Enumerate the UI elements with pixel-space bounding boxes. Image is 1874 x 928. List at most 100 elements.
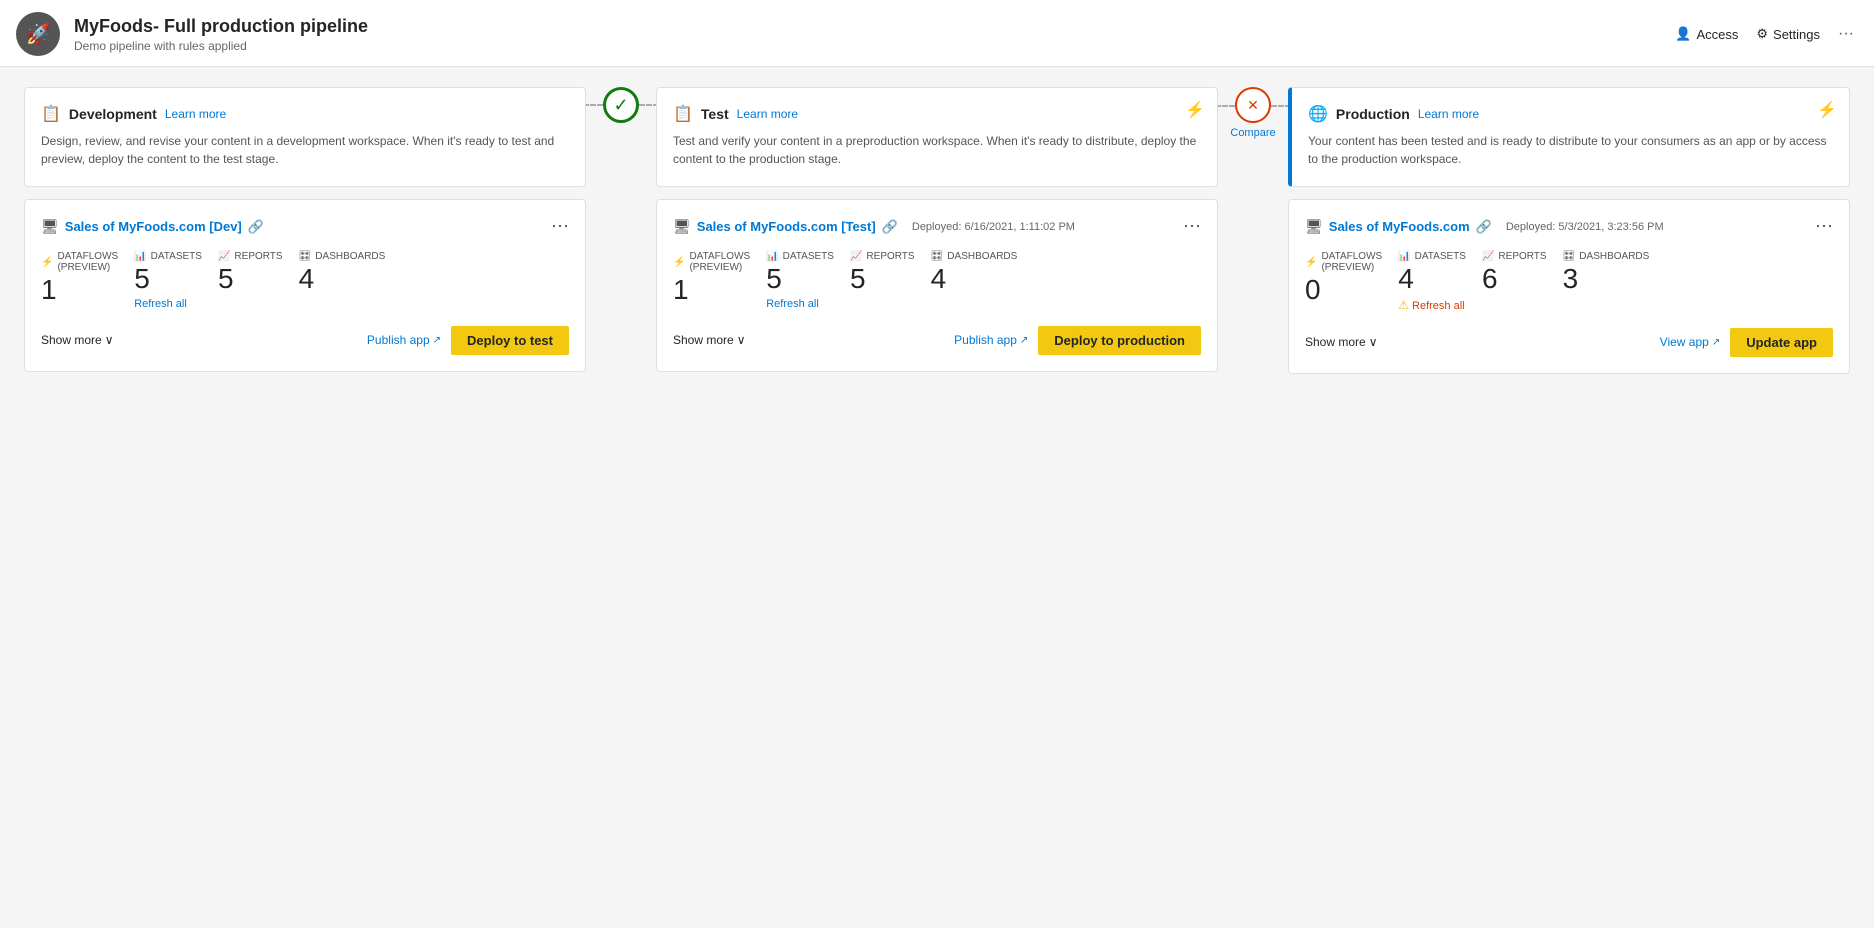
production-workspace-footer: Show more ∨ View app ↗ Update app — [1305, 328, 1833, 357]
connector-dev-test: ✓ — [586, 87, 656, 123]
top-bar: 🚀 MyFoods- Full production pipeline Demo… — [0, 0, 1874, 67]
test-learn-more[interactable]: Learn more — [737, 107, 798, 121]
prod-stat-dashboards: 🎛 DASHBOARDS 3 — [1563, 251, 1650, 296]
test-workspace-icon2: 🔗 — [882, 219, 898, 235]
production-workspace-menu[interactable]: ⋯ — [1815, 216, 1833, 237]
test-description: Test and verify your content in a prepro… — [673, 132, 1201, 168]
production-settings-icon[interactable]: ⚡ — [1817, 100, 1837, 120]
prod-dashboards-icon: 🎛 — [1563, 251, 1576, 262]
test-stage: 📋 Test Learn more Test and verify your c… — [656, 87, 1218, 372]
compare-error-circle[interactable]: ✕ — [1235, 87, 1271, 123]
prod-stat-datasets: 📊 DATASETS 4 ⚠ Refresh all — [1398, 251, 1466, 312]
test-refresh-all[interactable]: Refresh all — [766, 298, 819, 310]
dev-refresh-all[interactable]: Refresh all — [134, 298, 187, 310]
prod-stat-dataflows: ⚡ DATAFLOWS(preview) 0 — [1305, 251, 1382, 307]
dev-deploy-button[interactable]: Deploy to test — [451, 326, 569, 355]
dev-dataflows-label: ⚡ DATAFLOWS(preview) — [41, 251, 118, 273]
development-stage-wrapper: 📋 Development Learn more Design, review,… — [24, 87, 586, 372]
production-description: Your content has been tested and is read… — [1308, 132, 1833, 168]
prod-datasets-icon: 📊 — [1398, 251, 1410, 262]
test-dataflows-value: 1 — [673, 273, 689, 307]
test-header: 📋 Test Learn more — [673, 104, 1201, 124]
dev-publish-app[interactable]: Publish app ↗ — [367, 333, 441, 347]
compare-label[interactable]: Compare — [1230, 127, 1275, 139]
prod-reports-value: 6 — [1482, 262, 1498, 296]
prod-reports-icon: 📈 — [1482, 251, 1494, 262]
development-title: Development — [69, 106, 157, 122]
production-icon: 🌐 — [1308, 104, 1328, 124]
datasets-icon: 📊 — [134, 251, 146, 262]
test-info-card: 📋 Test Learn more Test and verify your c… — [656, 87, 1218, 187]
test-workspace-menu[interactable]: ⋯ — [1183, 216, 1201, 237]
development-info-card: 📋 Development Learn more Design, review,… — [24, 87, 586, 187]
production-workspace-title[interactable]: Sales of MyFoods.com — [1329, 219, 1470, 234]
compare-connector: ✕ Compare — [1215, 87, 1291, 139]
prod-view-app[interactable]: View app ↗ — [1660, 335, 1721, 349]
prod-refresh-all[interactable]: ⚠ Refresh all — [1398, 298, 1464, 312]
test-stat-dashboards: 🎛 DASHBOARDS 4 — [931, 251, 1018, 296]
test-stats-row: ⚡ DATAFLOWS(preview) 1 📊 DATASETS 5 Refr… — [673, 251, 1201, 310]
prod-show-more[interactable]: Show more ∨ — [1305, 335, 1378, 349]
dev-show-more[interactable]: Show more ∨ — [41, 333, 114, 347]
prod-footer-actions: View app ↗ Update app — [1660, 328, 1833, 357]
test-external-link-icon: ↗ — [1020, 335, 1028, 346]
prod-dataflows-icon: ⚡ — [1305, 257, 1317, 268]
development-icon: 📋 — [41, 104, 61, 124]
production-header: 🌐 Production Learn more — [1308, 104, 1833, 124]
production-learn-more[interactable]: Learn more — [1418, 107, 1479, 121]
header-left: 🚀 MyFoods- Full production pipeline Demo… — [16, 12, 368, 56]
test-deploy-button[interactable]: Deploy to production — [1038, 326, 1201, 355]
page-title: MyFoods- Full production pipeline — [74, 16, 368, 37]
test-deployed-label: Deployed: 6/16/2021, 1:11:02 PM — [912, 221, 1075, 233]
prod-deployed-label: Deployed: 5/3/2021, 3:23:56 PM — [1506, 221, 1664, 233]
production-info-card: 🌐 Production Learn more Your content has… — [1288, 87, 1850, 187]
test-datasets-icon: 📊 — [766, 251, 778, 262]
gear-icon: ⚙ — [1756, 26, 1768, 42]
development-workspace-title[interactable]: Sales of MyFoods.com [Dev] — [65, 219, 242, 234]
dev-stat-reports: 📈 REPORTS 5 — [218, 251, 283, 296]
dashed-line-left — [583, 104, 603, 106]
test-chevron-down-icon: ∨ — [737, 333, 746, 347]
test-workspace-title[interactable]: Sales of MyFoods.com [Test] — [697, 219, 876, 234]
prod-update-button[interactable]: Update app — [1730, 328, 1833, 357]
dev-datasets-label: 📊 DATASETS — [134, 251, 202, 262]
warning-icon: ⚠ — [1398, 298, 1409, 312]
development-workspace-menu[interactable]: ⋯ — [551, 216, 569, 237]
development-workspace-header: 🖥 Sales of MyFoods.com [Dev] 🔗 ⋯ — [41, 216, 569, 237]
test-show-more[interactable]: Show more ∨ — [673, 333, 746, 347]
access-button[interactable]: 👤 Access — [1675, 26, 1738, 42]
settings-button[interactable]: ⚙ Settings — [1756, 26, 1820, 42]
prod-external-link-icon: ↗ — [1712, 337, 1720, 348]
prod-dataflows-value: 0 — [1305, 273, 1321, 307]
dev-stat-dashboards: 🎛 DASHBOARDS 4 — [299, 251, 386, 296]
test-stat-datasets: 📊 DATASETS 5 Refresh all — [766, 251, 834, 310]
development-workspace-footer: Show more ∨ Publish app ↗ Deploy to test — [41, 326, 569, 355]
production-workspace-header: 🖥 Sales of MyFoods.com 🔗 Deployed: 5/3/2… — [1305, 216, 1833, 237]
connector-test-prod: ✕ Compare — [1218, 87, 1288, 139]
development-workspace-card: 🖥 Sales of MyFoods.com [Dev] 🔗 ⋯ ⚡ DATAF… — [24, 199, 586, 372]
dev-dataflows-value: 1 — [41, 273, 57, 307]
test-settings-icon[interactable]: ⚡ — [1185, 100, 1205, 120]
production-stage: 🌐 Production Learn more Your content has… — [1288, 87, 1850, 374]
more-options-icon[interactable]: ··· — [1838, 25, 1854, 43]
workspace-icon: 🖥 — [41, 218, 59, 235]
dev-datasets-value: 5 — [134, 262, 150, 296]
test-publish-app[interactable]: Publish app ↗ — [954, 333, 1028, 347]
prod-chevron-down-icon: ∨ — [1369, 335, 1378, 349]
test-stage-wrapper: 📋 Test Learn more Test and verify your c… — [656, 87, 1218, 372]
prod-stat-reports: 📈 REPORTS 6 — [1482, 251, 1547, 296]
pipeline-container: 📋 Development Learn more Design, review,… — [0, 67, 1874, 927]
production-workspace-card: 🖥 Sales of MyFoods.com 🔗 Deployed: 5/3/2… — [1288, 199, 1850, 374]
test-reports-icon: 📈 — [850, 251, 862, 262]
prod-workspace-icon2: 🔗 — [1476, 219, 1492, 235]
connector-line-1: ✓ — [583, 87, 659, 123]
test-workspace-card: 🖥 Sales of MyFoods.com [Test] 🔗 Deployed… — [656, 199, 1218, 372]
deploy-success-circle: ✓ — [603, 87, 639, 123]
page-subtitle: Demo pipeline with rules applied — [74, 39, 368, 53]
header-right: 👤 Access ⚙ Settings ··· — [1675, 25, 1854, 43]
test-stat-reports: 📈 REPORTS 5 — [850, 251, 915, 296]
development-learn-more[interactable]: Learn more — [165, 107, 226, 121]
dataflows-icon: ⚡ — [41, 257, 53, 268]
test-stat-dataflows: ⚡ DATAFLOWS(preview) 1 — [673, 251, 750, 307]
prod-dashboards-value: 3 — [1563, 262, 1579, 296]
